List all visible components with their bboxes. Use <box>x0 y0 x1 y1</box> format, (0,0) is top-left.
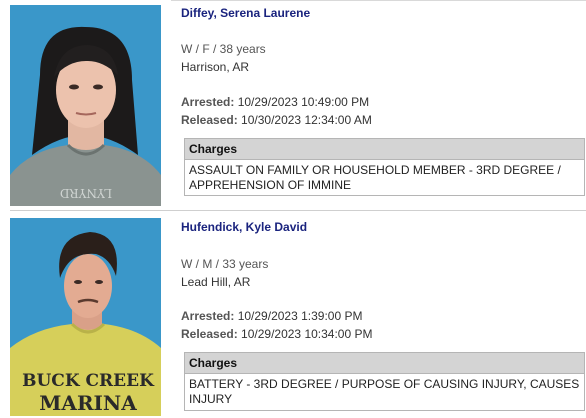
charges-box: Charges BATTERY - 3RD DEGREE / PURPOSE O… <box>184 352 585 411</box>
charges-box: Charges ASSAULT ON FAMILY OR HOUSEHOLD M… <box>184 138 585 196</box>
svg-text:MARINA: MARINA <box>39 391 137 415</box>
svg-text:LYNYRD: LYNYRD <box>60 186 112 200</box>
svg-text:BUCK CREEK: BUCK CREEK <box>22 371 155 391</box>
arrested-value: 10/29/2023 10:49:00 PM <box>237 95 370 109</box>
charges-header: Charges <box>185 139 584 160</box>
arrested-line: Arrested: 10/29/2023 1:39:00 PM <box>181 309 362 323</box>
arrested-line: Arrested: 10/29/2023 10:49:00 PM <box>181 95 369 109</box>
demographics: W / M / 33 years <box>181 257 269 271</box>
mugshot-image-2: BUCK CREEK MARINA <box>10 218 161 416</box>
mugshot-photo[interactable]: BUCK CREEK MARINA <box>10 218 161 416</box>
charges-text: ASSAULT ON FAMILY OR HOUSEHOLD MEMBER - … <box>189 163 561 192</box>
released-value: 10/30/2023 12:34:00 AM <box>241 113 372 127</box>
released-line: Released: 10/29/2023 10:34:00 PM <box>181 327 372 341</box>
inmate-record: BUCK CREEK MARINA Hufendick, Kyle David … <box>0 213 586 418</box>
mugshot-photo[interactable]: LYNYRD <box>10 5 161 206</box>
released-label: Released: <box>181 113 238 127</box>
arrested-label: Arrested: <box>181 309 235 323</box>
record-divider <box>10 210 586 211</box>
demographics: W / F / 38 years <box>181 42 266 56</box>
inmate-name[interactable]: Diffey, Serena Laurene <box>181 6 310 20</box>
released-value: 10/29/2023 10:34:00 PM <box>241 327 373 341</box>
mugshot-image-1: LYNYRD <box>10 5 161 206</box>
location: Lead Hill, AR <box>181 275 251 289</box>
released-label: Released: <box>181 327 238 341</box>
inmate-record: LYNYRD Diffey, Serena Laurene W / F / 38… <box>0 0 586 208</box>
arrested-value: 10/29/2023 1:39:00 PM <box>237 309 363 323</box>
arrested-label: Arrested: <box>181 95 235 109</box>
inmate-name[interactable]: Hufendick, Kyle David <box>181 220 307 234</box>
charges-text: BATTERY - 3RD DEGREE / PURPOSE OF CAUSIN… <box>189 377 580 406</box>
location: Harrison, AR <box>181 60 250 74</box>
charges-header: Charges <box>185 353 584 374</box>
released-line: Released: 10/30/2023 12:34:00 AM <box>181 113 372 127</box>
